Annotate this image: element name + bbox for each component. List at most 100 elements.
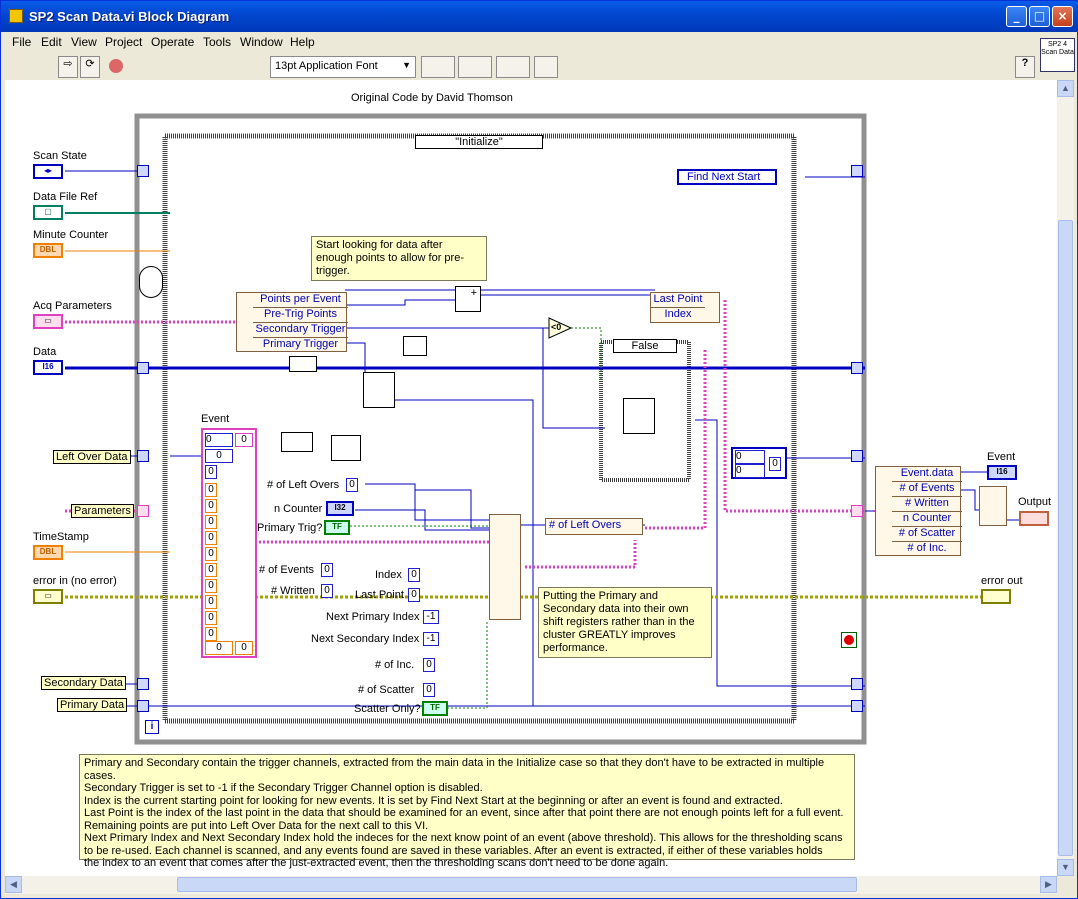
inc-const[interactable]: 0 — [423, 658, 435, 672]
help-icon[interactable]: ? — [1015, 56, 1035, 78]
comment-line: Next Primary Index and Next Secondary In… — [84, 832, 843, 844]
vertical-scroll-thumb[interactable] — [1058, 220, 1073, 856]
scatter-const[interactable]: 0 — [423, 683, 435, 697]
abort-icon[interactable] — [106, 56, 126, 78]
data-terminal[interactable]: I16 — [33, 360, 63, 375]
index-const[interactable]: 0 — [408, 568, 420, 582]
small-array-constant[interactable]: 0 0 0 — [731, 447, 787, 479]
distribute-icon[interactable] — [458, 56, 492, 78]
scroll-down-icon[interactable]: ▼ — [1057, 859, 1074, 876]
scatter-only-const[interactable]: TF — [422, 701, 448, 716]
minute-counter-terminal[interactable]: DBL — [33, 243, 63, 258]
horizontal-scroll-thumb[interactable] — [177, 877, 857, 892]
bundle-last-point: Last Point — [651, 293, 705, 308]
acq-parameters-terminal[interactable]: ▭ — [33, 314, 63, 329]
timestamp-terminal[interactable]: DBL — [33, 545, 63, 560]
scroll-right-icon[interactable]: ▶ — [1040, 876, 1057, 893]
array-function-icon — [403, 336, 427, 356]
horizontal-scrollbar[interactable]: ◀ ▶ — [5, 876, 1057, 894]
case-selector[interactable]: "Initialize" — [415, 135, 543, 149]
event-array-element: 0 — [205, 449, 233, 463]
minimize-button[interactable]: _ — [1006, 6, 1027, 27]
credit-label: Original Code by David Thomson — [351, 92, 513, 104]
loop-iteration-icon: i — [145, 720, 159, 734]
bundle-by-name: Last Point Index — [650, 292, 720, 323]
close-button[interactable]: × — [1052, 6, 1073, 27]
menu-edit[interactable]: Edit — [41, 35, 62, 49]
comment-line: Remaining points are put into Left Over … — [84, 819, 429, 832]
unbundle-secondary-trigger: Secondary Trigger — [253, 323, 348, 338]
menu-tools[interactable]: Tools — [203, 35, 231, 49]
output-bundle: Event.data # of Events # Written n Count… — [875, 466, 962, 556]
array-value: 0 — [205, 483, 217, 497]
primary-trig-const[interactable]: TF — [324, 520, 350, 535]
output-label-error-out: error out — [981, 575, 1023, 587]
written-const[interactable]: 0 — [321, 584, 333, 598]
input-label-error-in: error in (no error) — [33, 575, 117, 587]
events-const[interactable]: 0 — [321, 563, 333, 577]
inner-case-value: False — [631, 340, 659, 352]
font-selector[interactable]: 13pt Application Font ▼ — [270, 56, 416, 78]
next-primary-index-label: Next Primary Index — [326, 611, 420, 623]
data-file-ref-terminal[interactable]: ▢ — [33, 205, 63, 220]
bundle-index: Index — [664, 308, 692, 320]
run-arrow-icon[interactable]: ⇨ — [58, 56, 78, 78]
small-array-element: 0 — [735, 450, 765, 464]
maximize-button[interactable]: □ — [1029, 6, 1050, 27]
last-point-label: Last Point — [355, 589, 404, 601]
menu-project[interactable]: Project — [105, 35, 142, 49]
bundle-scatter: # of Scatter — [892, 527, 962, 542]
cleanup-icon[interactable] — [534, 56, 558, 78]
left-overs-const[interactable]: 0 — [346, 478, 358, 492]
left-overs-bundle: # of Left Overs — [545, 518, 643, 535]
scroll-up-icon[interactable]: ▲ — [1057, 80, 1074, 97]
reorder-icon[interactable] — [496, 56, 530, 78]
secondary-data-local[interactable]: Secondary Data — [41, 676, 126, 690]
event-array-constant[interactable]: 0 0 0 0 0 0 0 0 0 0 0 0 0 0 0 0 — [201, 428, 257, 658]
shift-register-left — [137, 450, 149, 462]
primary-data-local[interactable]: Primary Data — [57, 698, 128, 712]
shift-register-right — [851, 362, 863, 374]
n-counter-const[interactable]: I32 — [326, 501, 354, 516]
run-continuous-icon[interactable]: ⟳ — [80, 56, 100, 78]
array-value: 0 — [205, 579, 217, 593]
next-primary-index-const[interactable]: -1 — [423, 610, 439, 624]
title-bar[interactable]: SP2 Scan Data.vi Block Diagram _ □ × — [1, 1, 1078, 32]
input-label-timestamp: TimeStamp — [33, 531, 89, 543]
labview-window: SP2 Scan Data.vi Block Diagram _ □ × Fil… — [0, 0, 1078, 899]
output-indicator — [1019, 511, 1049, 526]
event-array-index[interactable]: 0 — [205, 433, 233, 447]
last-point-const[interactable]: 0 — [408, 588, 420, 602]
menu-file[interactable]: File — [12, 35, 31, 49]
shift-register-right — [851, 450, 863, 462]
block-diagram[interactable]: Original Code by David Thomson "Initiali… — [5, 80, 1057, 876]
comment-line: Primary and Secondary contain the trigge… — [84, 757, 825, 782]
shift-register-left — [137, 505, 149, 517]
vertical-scrollbar[interactable]: ▲ ▼ — [1057, 80, 1074, 876]
output-label-event: Event — [987, 451, 1016, 463]
scan-state-terminal[interactable]: ◂▸ — [33, 164, 63, 179]
small-array-element: 0 — [769, 457, 781, 471]
menu-window[interactable]: Window — [240, 35, 283, 49]
menu-operate[interactable]: Operate — [151, 35, 194, 49]
shift-register-right — [851, 165, 863, 177]
stop-icon[interactable] — [841, 632, 857, 648]
parameters-local[interactable]: Parameters — [71, 504, 134, 518]
find-next-start-enum[interactable]: Find Next Start — [677, 169, 777, 185]
array-size-icon — [281, 432, 313, 452]
align-icon[interactable] — [421, 56, 455, 78]
comment-block: Primary and Secondary contain the trigge… — [79, 754, 855, 869]
inner-case-selector[interactable]: False — [613, 339, 677, 353]
vi-icon — [9, 9, 23, 23]
array-value: 0 — [205, 547, 217, 561]
scroll-left-icon[interactable]: ◀ — [5, 876, 22, 893]
error-in-terminal[interactable]: ▭ — [33, 589, 63, 604]
next-secondary-index-const[interactable]: -1 — [423, 632, 439, 646]
vi-connector-icon[interactable]: SP2 4 Scan Data — [1040, 38, 1075, 72]
toolbar: ⇨ ⟳ 13pt Application Font ▼ ? — [2, 52, 1038, 80]
bundle-inc: # of Inc. — [907, 542, 947, 554]
menu-help[interactable]: Help — [290, 35, 315, 49]
menu-view[interactable]: View — [71, 35, 97, 49]
shift-register-left — [137, 700, 149, 712]
left-over-data-local[interactable]: Left Over Data — [53, 450, 131, 464]
